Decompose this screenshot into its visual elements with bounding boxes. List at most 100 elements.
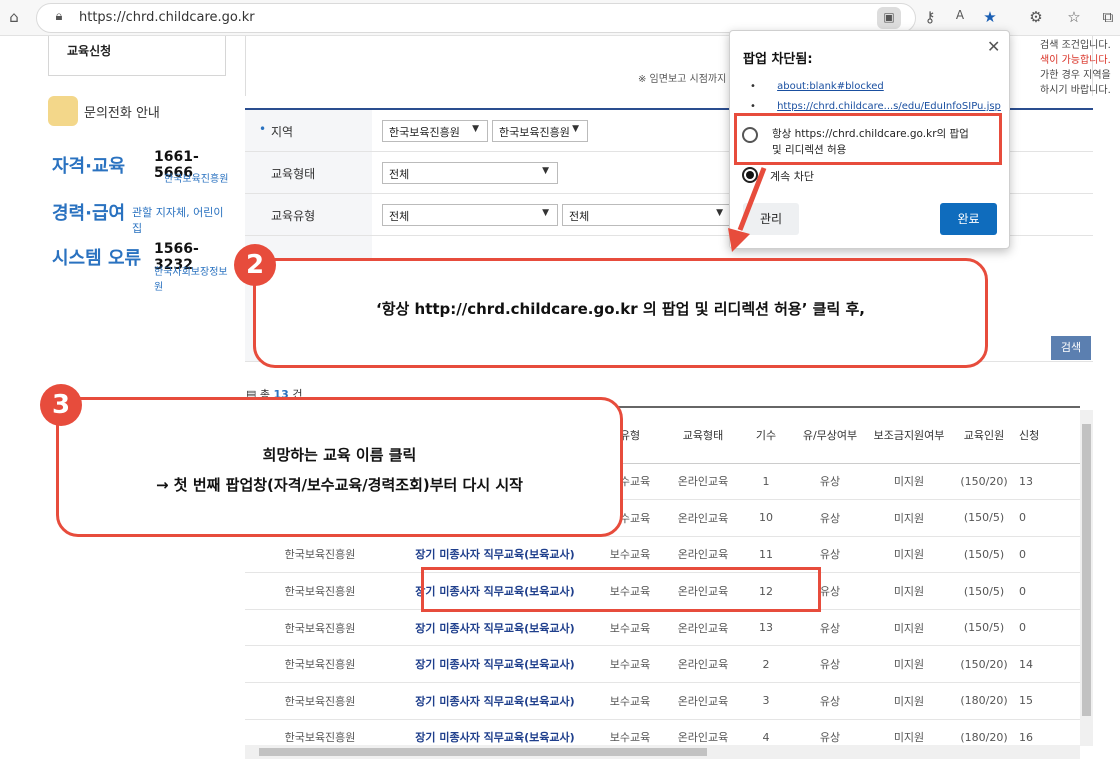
- step3-badge: 3: [40, 384, 82, 426]
- search-button[interactable]: 검색: [1051, 336, 1091, 360]
- cell-course[interactable]: 장기 미종사자 직무교육(보육교사): [395, 609, 595, 647]
- header-subsidy: 보조금지원여부: [869, 406, 949, 464]
- cell-term: 10: [741, 499, 791, 537]
- cell-course[interactable]: 장기 미종사자 직무교육(보육교사): [395, 682, 595, 720]
- cell-course[interactable]: 장기 미종사자 직무교육(보육교사): [395, 645, 595, 684]
- cell-form: 온라인교육: [665, 609, 741, 647]
- cell-paid: 유상: [791, 682, 869, 720]
- blocked-link-2[interactable]: https://chrd.childcare...s/edu/EduInfoSI…: [777, 101, 1001, 112]
- table-row: 한국보육진흥원 장기 미종사자 직무교육(보육교사) 보수교육 온라인교육 3 유상 미지원…: [245, 682, 1080, 720]
- scrollbar-thumb[interactable]: [259, 748, 707, 756]
- cell-capacity: (150/20): [949, 463, 1019, 501]
- collections-icon[interactable]: ⧉: [1098, 8, 1118, 26]
- contact-label-system: 시스템 오류: [52, 248, 142, 269]
- address-bar[interactable]: 🔒︎ https://chrd.childcare.go.kr ▣: [36, 3, 916, 33]
- blocked-link-1-row: • about:blank#blocked: [750, 81, 884, 92]
- cell-form: 온라인교육: [665, 682, 741, 720]
- bullet-icon: •: [750, 101, 756, 112]
- category-select-1-value: 전체: [389, 210, 410, 223]
- step2-callout: ‘항상 http://chrd.childcare.go.kr 의 팝업 및 리…: [253, 258, 988, 368]
- done-button[interactable]: 완료: [940, 203, 997, 235]
- contact-org-career: 관할 지자체, 어린이집: [132, 206, 224, 235]
- cell-type: 보수교육: [595, 682, 665, 720]
- cell-org: 한국보육진흥원: [245, 609, 395, 647]
- region-select-1[interactable]: 한국보육진흥원 ▼: [382, 120, 488, 142]
- popup-title: 팝업 차단됨:: [743, 52, 813, 67]
- cell-capacity: (150/5): [949, 609, 1019, 647]
- cell-paid: 유상: [791, 463, 869, 501]
- pointer-arrow: [728, 167, 767, 252]
- popup-blocked-icon[interactable]: ▣: [877, 7, 901, 29]
- cell-subsidy: 미지원: [869, 609, 949, 647]
- cell-capacity: (150/5): [949, 499, 1019, 537]
- extensions-icon[interactable]: ⚙: [1026, 8, 1046, 26]
- highlight-row-box: [421, 567, 821, 612]
- cell-subsidy: 미지원: [869, 682, 949, 720]
- horizontal-scrollbar[interactable]: [245, 745, 1080, 759]
- cell-subsidy: 미지원: [869, 645, 949, 684]
- blocked-link-1[interactable]: about:blank#blocked: [777, 81, 884, 92]
- category-label: 교육유형: [271, 209, 316, 223]
- type-select[interactable]: 전체 ▼: [382, 162, 558, 184]
- header-form: 교육형태: [665, 406, 741, 464]
- cell-subsidy: 미지원: [869, 536, 949, 574]
- scrollbar-thumb[interactable]: [1082, 424, 1091, 716]
- notice-left: ※ 임면보고 시점까지: [638, 74, 727, 85]
- cell-paid: 유상: [791, 499, 869, 537]
- cell-capacity: (150/5): [949, 572, 1019, 610]
- cell-capacity: (150/20): [949, 645, 1019, 684]
- region-select-1-value: 한국보육진흥원: [389, 126, 460, 139]
- cell-term: 13: [741, 609, 791, 647]
- close-icon[interactable]: ✕: [987, 37, 1000, 56]
- cell-capacity: (150/5): [949, 536, 1019, 574]
- cell-org: 한국보육진흥원: [245, 536, 395, 574]
- contact-org-qualification: 한국보육진흥원: [164, 174, 229, 185]
- step3-callout: 희망하는 교육 이름 클릭 → 첫 번째 팝업창(자격/보수교육/경력조회)부터…: [56, 397, 623, 537]
- highlight-allow-box: [734, 113, 1002, 165]
- contact-label-career: 경력·급여: [52, 203, 126, 224]
- cell-apply: 15: [1019, 682, 1080, 720]
- cell-subsidy: 미지원: [869, 572, 949, 610]
- chevron-down-icon: ▼: [542, 166, 549, 176]
- notice-line-4: 하시기 바랍니다.: [1040, 85, 1111, 96]
- header-capacity: 교육인원: [949, 406, 1019, 464]
- header-paid: 유/무상여부: [791, 406, 869, 464]
- cell-org: 한국보육진흥원: [245, 645, 395, 684]
- vertical-scrollbar[interactable]: [1080, 410, 1093, 746]
- table-row: 한국보육진흥원 장기 미종사자 직무교육(보육교사) 보수교육 온라인교육 2 유상 미지원…: [245, 645, 1080, 684]
- header-term: 기수: [741, 406, 791, 464]
- home-icon[interactable]: ⌂: [4, 8, 24, 26]
- favorite-star-icon[interactable]: ★: [980, 8, 1000, 26]
- bullet-icon: •: [750, 81, 756, 92]
- category-select-2[interactable]: 전체 ▼: [562, 204, 732, 226]
- category-select-1[interactable]: 전체 ▼: [382, 204, 558, 226]
- url-text: https://chrd.childcare.go.kr: [79, 10, 255, 25]
- cell-paid: 유상: [791, 609, 869, 647]
- sidebar-tab-education[interactable]: 교육신청: [48, 36, 226, 76]
- cell-paid: 유상: [791, 645, 869, 684]
- notice-line-2: 색이 가능합니다.: [1040, 55, 1111, 66]
- cell-apply: 0: [1019, 499, 1080, 537]
- contact-title: 문의전화 안내: [84, 106, 160, 121]
- region-select-2-value: 한국보육진흥원: [499, 126, 570, 139]
- step2-text: ‘항상 http://chrd.childcare.go.kr 의 팝업 및 리…: [376, 300, 865, 318]
- header-apply: 신청: [1019, 406, 1080, 464]
- cell-apply: 0: [1019, 609, 1080, 647]
- chevron-down-icon: ▼: [542, 208, 549, 218]
- region-select-2[interactable]: 한국보육진흥원 ▼: [492, 120, 588, 142]
- cell-type: 보수교육: [595, 645, 665, 684]
- site-info-icon[interactable]: 🔒︎: [49, 9, 69, 24]
- bullet-icon: •: [259, 122, 267, 136]
- read-aloud-icon[interactable]: A: [950, 8, 970, 22]
- cell-org: 한국보육진흥원: [245, 682, 395, 720]
- cell-capacity: (180/20): [949, 682, 1019, 720]
- table-row: 한국보육진흥원 장기 미종사자 직무교육(보육교사) 보수교육 온라인교육 13 유상 미지…: [245, 609, 1080, 647]
- step2-badge: 2: [234, 244, 276, 286]
- key-icon[interactable]: ⚷: [920, 8, 940, 26]
- category-select-2-value: 전체: [569, 210, 590, 223]
- cell-term: 3: [741, 682, 791, 720]
- cell-term: 2: [741, 645, 791, 684]
- notice-line-3: 가한 경우 지역을: [1040, 70, 1111, 81]
- phone-icon: [48, 96, 78, 126]
- favorites-icon[interactable]: ☆: [1064, 8, 1084, 26]
